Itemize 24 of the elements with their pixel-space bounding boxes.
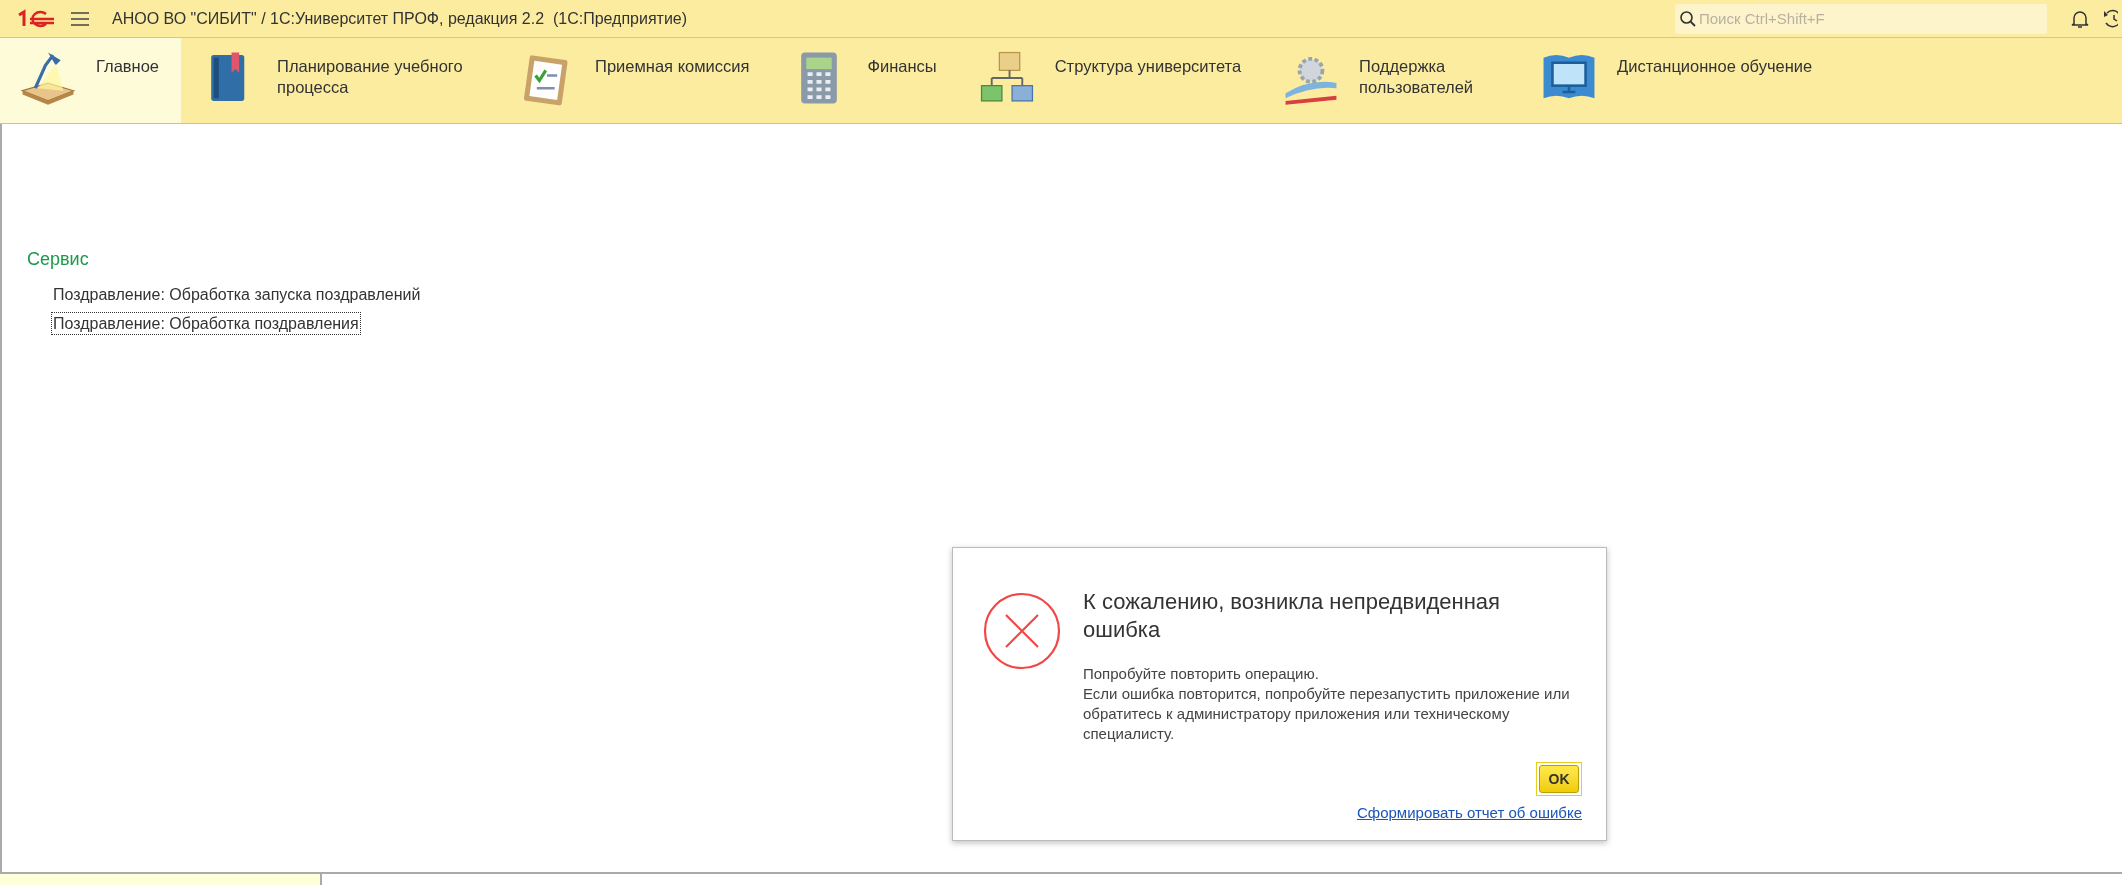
section-tab[interactable]: Финансы: [771, 38, 959, 123]
command-link[interactable]: Поздравление: Обработка запуска поздравлений: [51, 283, 423, 306]
section-tab[interactable]: Поддержка пользователей: [1263, 38, 1522, 123]
logo-icon: [16, 8, 56, 29]
section-tab[interactable]: Приемная комиссия: [499, 38, 772, 123]
search-field[interactable]: Поиск Ctrl+Shift+F: [1675, 3, 2047, 34]
section-tab[interactable]: Структура университета: [958, 38, 1264, 123]
dialog-message: Если ошибка повторится, попробуйте перезапустить приложение или обратитесь к администратору приложения или техническому специалисту.: [1083, 684, 1571, 744]
history-icon[interactable]: [2104, 8, 2118, 29]
bell-icon[interactable]: [2071, 8, 2089, 29]
section-tab[interactable]: Дистанционное обучение: [1521, 38, 1835, 123]
section-tab[interactable]: Главное: [0, 38, 182, 123]
search-icon: [1679, 9, 1697, 28]
report-link[interactable]: Сформировать отчет об ошибке: [1357, 802, 1582, 825]
dialog-message: Попробуйте повторить операцию.: [1083, 664, 1320, 684]
section-tab[interactable]: Планирование учебного процесса: [181, 38, 500, 123]
ok-button[interactable]: OK: [1536, 762, 1582, 796]
error-icon: [983, 592, 1061, 670]
menu-icon: [71, 11, 89, 26]
command-link[interactable]: Поздравление: Обработка поздравления: [51, 312, 361, 335]
window-title: АНОО ВО "СИБИТ" / 1С:Университет ПРОФ, редакция 2.2 (1С:Предприятие): [112, 8, 688, 29]
group-title: Сервис: [27, 248, 90, 271]
dialog-title: К сожалению, возникла непредвиденная ошибка: [1083, 588, 1501, 644]
desk-lamp-icon: [18, 50, 78, 106]
